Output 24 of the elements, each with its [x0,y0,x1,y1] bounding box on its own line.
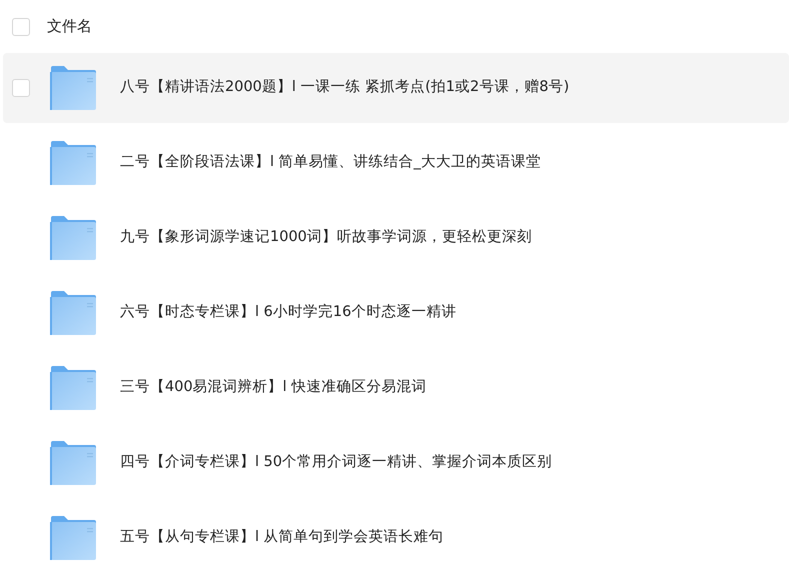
file-row[interactable]: 三号【400易混词辨析】l 快速准确区分易混词 [3,353,789,423]
folder-icon [50,516,96,560]
row-checkbox[interactable] [12,79,30,97]
file-row[interactable]: 六号【时态专栏课】l 6小时学完16个时态逐一精讲 [3,278,789,348]
file-name: 六号【时态专栏课】l 6小时学完16个时态逐一精讲 [120,302,456,322]
folder-icon [50,141,96,185]
folder-icon [50,291,96,335]
folder-icon [50,216,96,260]
file-name: 八号【精讲语法2000题】l 一课一练 紧抓考点(拍1或2号课，赠8号) [120,78,570,98]
file-row[interactable]: 二号【全阶段语法课】l 简单易懂、讲练结合_大大卫的英语课堂 [3,128,789,198]
folder-icon [50,66,96,110]
folder-icon [50,441,96,485]
file-row[interactable]: 九号【象形词源学速记1000词】听故事学词源，更轻松更深刻 [3,203,789,273]
file-row[interactable]: 四号【介词专栏课】l 50个常用介词逐一精讲、掌握介词本质区别 [3,428,789,498]
select-all-checkbox[interactable] [12,18,30,36]
file-name: 五号【从句专栏课】l 从简单句到学会英语长难句 [120,528,444,548]
folder-icon [50,366,96,410]
file-row[interactable]: 五号【从句专栏课】l 从简单句到学会英语长难句 [3,503,789,568]
file-name: 二号【全阶段语法课】l 简单易懂、讲练结合_大大卫的英语课堂 [120,153,541,172]
file-row[interactable]: 八号【精讲语法2000题】l 一课一练 紧抓考点(拍1或2号课，赠8号) [3,53,789,123]
file-name: 四号【介词专栏课】l 50个常用介词逐一精讲、掌握介词本质区别 [120,453,552,472]
file-name: 九号【象形词源学速记1000词】听故事学词源，更轻松更深刻 [120,228,532,248]
file-name: 三号【400易混词辨析】l 快速准确区分易混词 [120,378,426,398]
column-header: 文件名 [47,16,92,38]
